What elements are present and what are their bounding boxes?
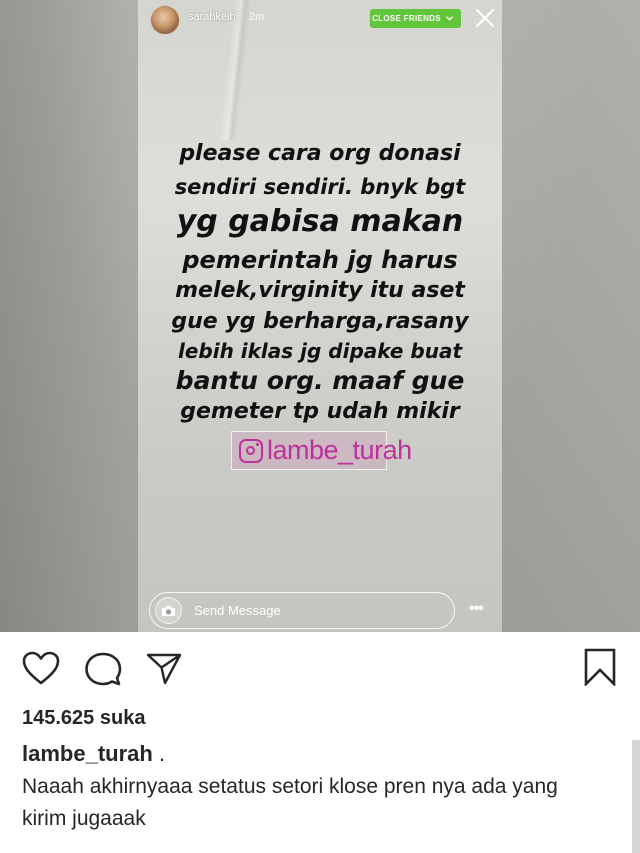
like-count[interactable]: 145.625 suka xyxy=(22,707,145,730)
story-text-line: pemerintah jg harus xyxy=(182,246,458,274)
more-icon[interactable]: ••• xyxy=(469,600,484,618)
story-timestamp: 2m xyxy=(249,11,265,23)
author-name[interactable]: lambe_turah xyxy=(22,741,153,766)
story-text-line: sendiri sendiri. bnyk bgt xyxy=(174,175,466,199)
scrollbar[interactable] xyxy=(632,740,640,853)
close-friends-label: CLOSE FRIENDS xyxy=(372,14,441,23)
chevron-down-icon xyxy=(445,14,453,23)
watermark-text: lambe_turah xyxy=(267,435,412,465)
instagram-icon xyxy=(239,438,263,463)
story-text-line: melek,virginity itu aset xyxy=(175,278,465,303)
close-icon[interactable] xyxy=(474,7,496,29)
user-avatar[interactable] xyxy=(150,5,180,35)
story-username[interactable]: sarahkeihl xyxy=(188,11,238,23)
close-friends-badge[interactable]: CLOSE FRIENDS xyxy=(370,9,461,28)
author-suffix: . xyxy=(158,741,166,766)
post-caption: Naaah akhirnyaaa setatus setori klose pr… xyxy=(22,775,558,830)
watermark: lambe_turah xyxy=(231,431,412,470)
story-text-line: please cara org donasi xyxy=(179,141,461,166)
story-text-line: lebih iklas jg dipake buat xyxy=(177,339,462,363)
post-author: lambe_turah . xyxy=(22,741,165,767)
bookmark-icon[interactable] xyxy=(584,648,616,686)
share-icon[interactable] xyxy=(146,652,182,686)
camera-button[interactable] xyxy=(155,597,182,624)
story-text-line: bantu org. maaf gue xyxy=(175,366,465,395)
heart-icon[interactable] xyxy=(22,651,60,686)
story-text-line: gemeter tp udah mikir xyxy=(180,399,460,424)
comment-icon[interactable] xyxy=(84,651,122,687)
camera-icon xyxy=(162,605,175,616)
story-text-line: yg gabisa makan xyxy=(176,204,464,239)
reply-placeholder[interactable]: Send Message xyxy=(194,603,281,618)
story-text-line: gue yg berharga,rasany xyxy=(171,309,469,334)
